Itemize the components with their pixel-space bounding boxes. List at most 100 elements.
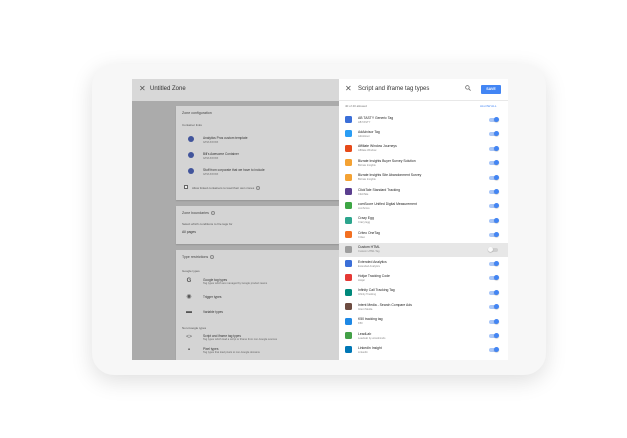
info-icon[interactable] <box>210 255 215 260</box>
tag-type-row[interactable]: Crazy Egg Crazy Egg <box>339 214 508 228</box>
allow-linked-checkbox[interactable] <box>184 185 188 189</box>
toggle-knob <box>494 347 499 353</box>
tag-type-name: Affiliate Window Journeys <box>358 144 397 149</box>
type-label[interactable]: Trigger types <box>203 295 221 299</box>
toggle-knob <box>494 160 499 166</box>
zone-configuration-title: Zone configuration <box>182 111 212 115</box>
toggle-knob <box>494 189 499 194</box>
tag-type-name: Criteo OneTag <box>358 230 380 235</box>
zone-editor-header: ✕ Untitled Zone <box>132 79 339 101</box>
tag-type-row[interactable]: AdAdvisor Tag AdAdvisor <box>339 127 508 141</box>
tag-type-row[interactable]: Criteo OneTag Criteo <box>339 228 508 242</box>
vendor-logo-icon <box>345 317 352 325</box>
allow-toggle[interactable] <box>489 203 499 209</box>
tag-type-row[interactable]: Bizrate Insights Buyer Survey Solution Bi… <box>339 156 508 170</box>
allow-toggle[interactable] <box>489 131 499 137</box>
tag-type-vendor: Infinity Tracking <box>358 293 377 297</box>
container-link-label: Bill's Awesome Container <box>203 152 239 156</box>
tag-type-name: AB TASTY Generic Tag <box>358 115 394 120</box>
vendor-logo-icon <box>345 202 352 210</box>
tag-type-name: Intent Media - Search Compare Ads <box>358 302 412 307</box>
tag-type-row[interactable]: Intent Media - Search Compare Ads Intent … <box>339 300 508 314</box>
tag-type-row[interactable]: comScore Unified Digital Measurement comS… <box>339 199 508 213</box>
info-icon[interactable] <box>256 185 261 190</box>
toggle-knob <box>494 117 499 122</box>
allow-toggle[interactable] <box>489 217 499 223</box>
toggle-knob <box>494 289 499 295</box>
tag-type-vendor: Criteo <box>358 235 365 239</box>
allowed-count: 40 of 40 allowed <box>345 104 367 108</box>
container-icon <box>188 168 194 174</box>
allow-toggle[interactable] <box>489 289 499 295</box>
type-restrictions-card: Type restrictions Google types G Google … <box>176 250 339 360</box>
allow-toggle[interactable] <box>489 174 499 180</box>
vendor-logo-icon <box>345 260 352 267</box>
vendor-logo-icon <box>345 130 352 138</box>
tag-type-row[interactable]: Hotjar Tracking Code Hotjar <box>339 271 508 285</box>
tag-type-row[interactable]: Bizrate Insights Site Abandonment Survey… <box>339 171 508 185</box>
tag-type-name: Crazy Egg <box>358 216 374 221</box>
allow-toggle[interactable] <box>489 275 499 281</box>
container-link-id: GTM-XXXXX <box>203 172 219 176</box>
allow-toggle[interactable] <box>489 304 499 310</box>
type-label[interactable]: Variable types <box>203 310 223 314</box>
google-tag-icon: G <box>186 278 192 284</box>
allow-toggle[interactable] <box>489 347 499 353</box>
close-icon[interactable]: ✕ <box>139 84 146 93</box>
close-icon[interactable]: ✕ <box>345 84 352 93</box>
vendor-logo-icon <box>345 274 352 282</box>
tag-type-vendor: comScore <box>358 206 370 210</box>
vendor-logo-icon <box>345 173 352 181</box>
toggle-knob <box>494 145 499 151</box>
allow-all-link[interactable]: ALLOW ALL <box>480 104 497 108</box>
tag-type-row[interactable]: ClickTale Standard Tracking ClickTale <box>339 185 508 199</box>
tag-types-header: ✕ Script and iframe tag types SAVE <box>339 79 508 101</box>
tag-type-row[interactable]: Affiliate Window Journeys Affiliate Windo… <box>339 142 508 156</box>
tag-type-row[interactable]: LinkedIn Insight LinkedIn <box>339 343 508 357</box>
allow-toggle[interactable] <box>488 246 498 252</box>
tag-type-vendor: Hotjar <box>358 278 365 282</box>
tag-type-vendor: LinkedIn <box>358 350 368 354</box>
tag-type-vendor: AB TASTY <box>358 120 371 124</box>
tag-type-vendor: Crazy Egg <box>358 221 371 225</box>
allow-toggle[interactable] <box>489 318 499 324</box>
container-icon <box>188 152 194 158</box>
zone-boundaries-description: Select which conditions to fire tags for <box>182 222 233 226</box>
info-icon[interactable] <box>210 211 215 216</box>
allow-toggle[interactable] <box>489 117 499 122</box>
save-button[interactable]: SAVE <box>481 85 501 94</box>
allow-toggle[interactable] <box>489 189 499 194</box>
tag-type-name: K50 tracking tag <box>358 317 383 322</box>
vendor-logo-icon <box>345 346 352 354</box>
tag-type-vendor: Extended Analytics <box>358 264 380 268</box>
toggle-knob <box>494 261 499 266</box>
zone-boundaries-value[interactable]: All pages <box>182 230 196 234</box>
type-description: Tag types which are managed by Google pr… <box>203 282 268 285</box>
allow-toggle[interactable] <box>489 160 499 166</box>
tag-type-row[interactable]: Infinity Call Tracking Tag Infinity Track… <box>339 286 508 300</box>
container-link-id: GTM-XXXXX <box>203 156 219 160</box>
type-description: Tag types that load pixels to non-Google… <box>203 351 260 354</box>
allow-toggle[interactable] <box>489 145 499 151</box>
tag-type-row[interactable]: AB TASTY Generic Tag AB TASTY <box>339 113 508 127</box>
tag-type-row[interactable]: Extended Analytics Extended Analytics <box>339 257 508 271</box>
pixel-icon: ▪ <box>187 347 191 353</box>
container-icon <box>188 136 194 142</box>
vendor-logo-icon <box>345 188 352 195</box>
tag-type-vendor: Bizrate Insights <box>358 178 376 182</box>
container-link-id: GTM-XXXXX <box>203 140 219 144</box>
tag-type-row[interactable]: LeadLab LeadLab by wiredminds <box>339 329 508 343</box>
tag-type-name: Custom HTML <box>358 245 380 250</box>
tag-type-name: Extended Analytics <box>358 259 387 264</box>
allow-toggle[interactable] <box>489 232 499 238</box>
search-icon[interactable] <box>465 85 471 91</box>
google-types-label: Google types <box>182 269 200 273</box>
tag-type-row[interactable]: K50 tracking tag K50 <box>339 315 508 329</box>
allow-toggle[interactable] <box>489 261 499 266</box>
allow-toggle[interactable] <box>489 333 499 338</box>
toggle-knob <box>488 246 493 252</box>
zone-editor-panel: ✕ Untitled Zone Zone configuration Conta… <box>132 79 339 360</box>
vendor-logo-icon <box>345 288 352 296</box>
tag-type-row[interactable]: Custom HTML Custom HTML Tag <box>339 242 508 257</box>
tag-type-name: AdAdvisor Tag <box>358 129 380 134</box>
